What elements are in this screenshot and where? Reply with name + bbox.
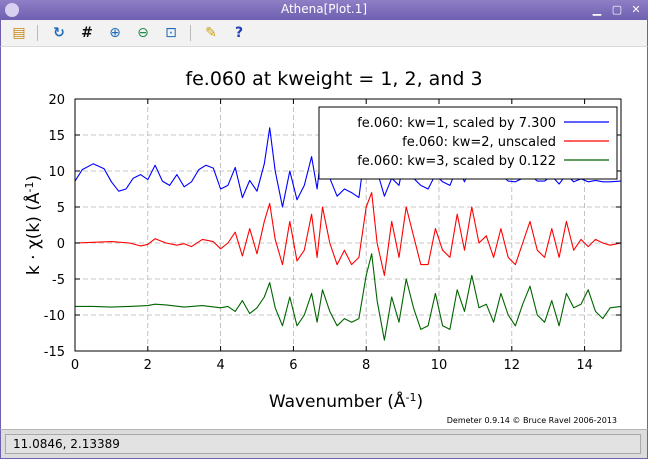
y-tick-label: 15	[48, 129, 65, 144]
y-tick-label: 0	[57, 237, 65, 252]
y-tick-label: -15	[44, 345, 65, 360]
legend-label: fe.060: kw=3, scaled by 0.122	[357, 154, 556, 169]
minimize-icon[interactable]: ▁	[590, 3, 604, 17]
y-tick-label: 5	[57, 201, 65, 216]
x-tick-label: 10	[431, 358, 448, 373]
zoom-reset-icon[interactable]: ⊡	[162, 24, 180, 42]
y-tick-label: -10	[44, 309, 65, 324]
refresh-icon[interactable]: ↻	[50, 24, 68, 42]
toolbar: ▤ ↻ # ⊕ ⊖ ⊡ ✎ ?	[0, 20, 648, 47]
legend-label: fe.060: kw=2, unscaled	[402, 135, 556, 150]
credit-text: Demeter 0.9.14 © Bruce Ravel 2006-2013	[447, 416, 617, 425]
y-tick-label: 20	[48, 93, 65, 108]
open-icon[interactable]: ▤	[10, 24, 28, 42]
x-tick-label: 4	[216, 358, 224, 373]
chart-title: fe.060 at kweight = 1, 2, and 3	[185, 68, 482, 90]
x-axis-label: Wavenumber (Å-1)	[269, 390, 423, 412]
zoom-in-icon[interactable]: ⊕	[106, 24, 124, 42]
x-tick-label: 12	[504, 358, 521, 373]
window-titlebar[interactable]: Athena[Plot.1] ▁ ▢ ✕	[0, 0, 648, 20]
window-title: Athena[Plot.1]	[280, 2, 368, 16]
y-tick-label: 10	[48, 165, 65, 180]
plot-area[interactable]: fe.060 at kweight = 1, 2, and 3 0 2 4 6 8 10 1…	[0, 47, 648, 429]
help-icon[interactable]: ?	[230, 24, 248, 42]
restore-icon[interactable]: ▢	[610, 3, 624, 17]
close-icon[interactable]: ✕	[629, 3, 643, 17]
x-tick-label: 14	[576, 358, 593, 373]
series-line-3	[75, 253, 622, 341]
x-tick-label: 8	[362, 358, 370, 373]
x-tick-label: 0	[71, 358, 79, 373]
chart[interactable]: fe.060 at kweight = 1, 2, and 3 0 2 4 6 8 10 1…	[1, 47, 647, 429]
y-axis-label: k · χ(k) (Å-1)	[22, 175, 44, 275]
zoom-out-icon[interactable]: ⊖	[134, 24, 152, 42]
x-tick-label: 6	[289, 358, 297, 373]
legend: fe.060: kw=1, scaled by 7.300 fe.060: kw=…	[318, 106, 618, 180]
legend-label: fe.060: kw=1, scaled by 7.300	[357, 116, 556, 131]
grid-icon[interactable]: #	[78, 24, 96, 42]
x-tick-label: 2	[144, 358, 152, 373]
y-tick-label: -5	[52, 273, 65, 288]
toolbar-separator	[37, 25, 38, 41]
cursor-coordinates: 11.0846, 2.13389	[5, 434, 641, 454]
series-line-2	[74, 192, 622, 276]
settings-icon[interactable]: ✎	[202, 24, 220, 42]
status-bar: 11.0846, 2.13389	[0, 429, 648, 459]
toolbar-separator	[190, 25, 191, 41]
